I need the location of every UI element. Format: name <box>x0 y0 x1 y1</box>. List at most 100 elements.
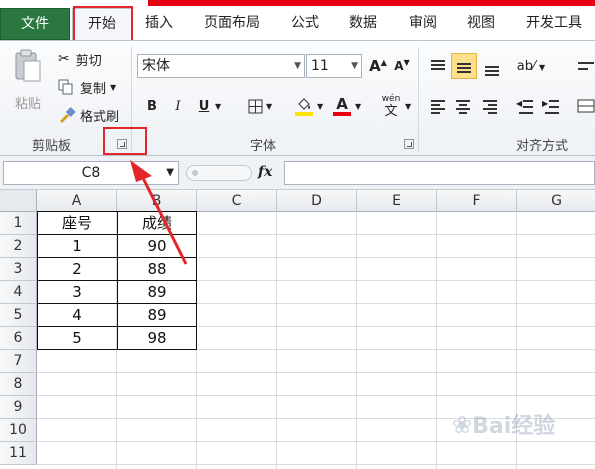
watermark-logo: ❀Bai经验 <box>452 411 556 439</box>
row-header-10[interactable]: 10 <box>0 419 37 442</box>
orientation-dropdown-icon[interactable]: ▼ <box>539 63 545 72</box>
merge-center-button[interactable] <box>574 94 595 118</box>
row-header-7[interactable]: 7 <box>0 350 37 373</box>
row-header-11[interactable]: 11 <box>0 442 37 465</box>
tab-review[interactable]: 审阅 <box>398 8 448 40</box>
decrease-indent-button[interactable]: ◀ <box>514 94 538 118</box>
borders-dropdown-icon[interactable]: ▼ <box>266 102 272 111</box>
decrease-font-icon: A <box>394 59 404 73</box>
bold-button[interactable]: B <box>140 94 164 118</box>
formula-bar-splitter[interactable] <box>186 165 252 181</box>
fill-color-button[interactable] <box>292 94 316 118</box>
row-header-2[interactable]: 2 <box>0 235 37 258</box>
gridline-horizontal <box>37 395 595 396</box>
font-size-combo[interactable]: 11 ▼ <box>306 54 362 78</box>
decrease-font-size-button[interactable]: A ▼ <box>390 54 414 78</box>
formula-input[interactable] <box>284 161 595 185</box>
row-header-3[interactable]: 3 <box>0 258 37 281</box>
tab-file[interactable]: 文件 <box>0 8 70 40</box>
increase-font-size-button[interactable]: A ▲ <box>366 54 390 78</box>
alignment-group-label: 对齐方式 <box>516 139 569 154</box>
paste-button[interactable]: 粘贴 <box>8 47 48 127</box>
table-header-cell[interactable]: 成绩 <box>117 212 197 235</box>
format-painter-button[interactable]: 格式刷 <box>58 105 119 125</box>
format-painter-brush-icon <box>60 107 76 123</box>
font-color-icon: A <box>336 95 348 113</box>
font-color-swatch <box>333 112 351 116</box>
merge-cells-icon <box>577 99 595 113</box>
font-color-dropdown-icon[interactable]: ▼ <box>355 102 361 111</box>
table-cell[interactable]: 89 <box>117 281 197 304</box>
phonetic-icon: 文 <box>384 103 398 119</box>
ribbon: 粘贴 ✂ 剪切 复制 ▼ 格式刷 剪贴板 宋体 ▼ 11 ▼ A ▲ A ▼ B… <box>0 40 595 156</box>
row-header-1[interactable]: 1 <box>0 212 37 235</box>
row-header-8[interactable]: 8 <box>0 373 37 396</box>
paste-icon <box>15 49 41 82</box>
table-cell[interactable]: 88 <box>117 258 197 281</box>
align-top-button[interactable] <box>426 54 450 78</box>
font-dialog-launcher-icon[interactable] <box>404 139 414 149</box>
tab-view[interactable]: 视图 <box>456 8 506 40</box>
column-header-c[interactable]: C <box>197 190 277 212</box>
italic-button[interactable]: I <box>166 94 190 118</box>
group-separator <box>131 47 132 151</box>
table-cell[interactable]: 4 <box>37 304 117 327</box>
align-bottom-button[interactable] <box>480 54 504 78</box>
row-header-5[interactable]: 5 <box>0 304 37 327</box>
row-header-6[interactable]: 6 <box>0 327 37 350</box>
table-cell[interactable]: 5 <box>37 327 117 350</box>
font-size-dropdown-icon[interactable]: ▼ <box>351 55 358 77</box>
tab-home[interactable]: 开始 <box>72 8 132 40</box>
copy-button[interactable]: 复制 ▼ <box>58 77 116 97</box>
underline-dropdown-icon[interactable]: ▼ <box>215 102 221 111</box>
column-header-b[interactable]: B <box>117 190 197 212</box>
row-header-9[interactable]: 9 <box>0 396 37 419</box>
group-separator <box>418 47 419 151</box>
fill-color-dropdown-icon[interactable]: ▼ <box>317 102 323 111</box>
select-all-corner[interactable] <box>0 190 37 212</box>
column-header-a[interactable]: A <box>37 190 117 212</box>
insert-function-icon[interactable]: fx <box>258 164 272 180</box>
column-header-g[interactable]: G <box>517 190 595 212</box>
font-name-value: 宋体 <box>142 58 170 74</box>
font-color-button[interactable]: A <box>330 94 354 118</box>
increase-indent-button[interactable]: ▶ <box>540 94 564 118</box>
indent-arrow-icon: ◀ <box>516 99 523 108</box>
orientation-button[interactable]: ab⁄ <box>514 54 538 78</box>
table-cell[interactable]: 2 <box>37 258 117 281</box>
tab-developer[interactable]: 开发工具 <box>514 8 594 40</box>
tab-data[interactable]: 数据 <box>336 8 390 40</box>
table-cell[interactable]: 89 <box>117 304 197 327</box>
table-cell[interactable]: 90 <box>117 235 197 258</box>
font-name-combo[interactable]: 宋体 ▼ <box>137 54 305 78</box>
underline-button[interactable]: U <box>192 94 216 118</box>
table-cell[interactable]: 3 <box>37 281 117 304</box>
phonetic-dropdown-icon[interactable]: ▼ <box>405 102 411 111</box>
bold-icon: B <box>147 98 157 114</box>
name-box-dropdown-icon[interactable]: ▼ <box>166 162 174 184</box>
align-center-button[interactable] <box>451 94 475 118</box>
indent-arrow-icon: ▶ <box>542 99 549 108</box>
table-cell[interactable]: 98 <box>117 327 197 350</box>
tab-page-layout[interactable]: 页面布局 <box>190 8 274 40</box>
table-header-cell[interactable]: 座号 <box>37 212 117 235</box>
borders-button[interactable] <box>243 94 267 118</box>
gridline-vertical <box>276 212 277 469</box>
align-middle-button[interactable] <box>451 53 477 79</box>
align-right-button[interactable] <box>478 94 502 118</box>
row-header-4[interactable]: 4 <box>0 281 37 304</box>
align-left-button[interactable] <box>426 94 450 118</box>
copy-dropdown-icon[interactable]: ▼ <box>110 83 116 92</box>
name-box[interactable]: C8 ▼ <box>3 161 179 185</box>
column-header-e[interactable]: E <box>357 190 437 212</box>
tab-insert[interactable]: 插入 <box>134 8 184 40</box>
clipboard-dialog-launcher-icon[interactable] <box>117 139 127 149</box>
table-cell[interactable]: 1 <box>37 235 117 258</box>
column-header-d[interactable]: D <box>277 190 357 212</box>
cut-button[interactable]: ✂ 剪切 <box>58 49 102 69</box>
phonetic-button[interactable]: wén 文 <box>377 91 405 121</box>
font-name-dropdown-icon[interactable]: ▼ <box>294 55 301 77</box>
tab-formulas[interactable]: 公式 <box>282 8 328 40</box>
column-header-f[interactable]: F <box>437 190 517 212</box>
wrap-text-button[interactable] <box>574 54 595 78</box>
